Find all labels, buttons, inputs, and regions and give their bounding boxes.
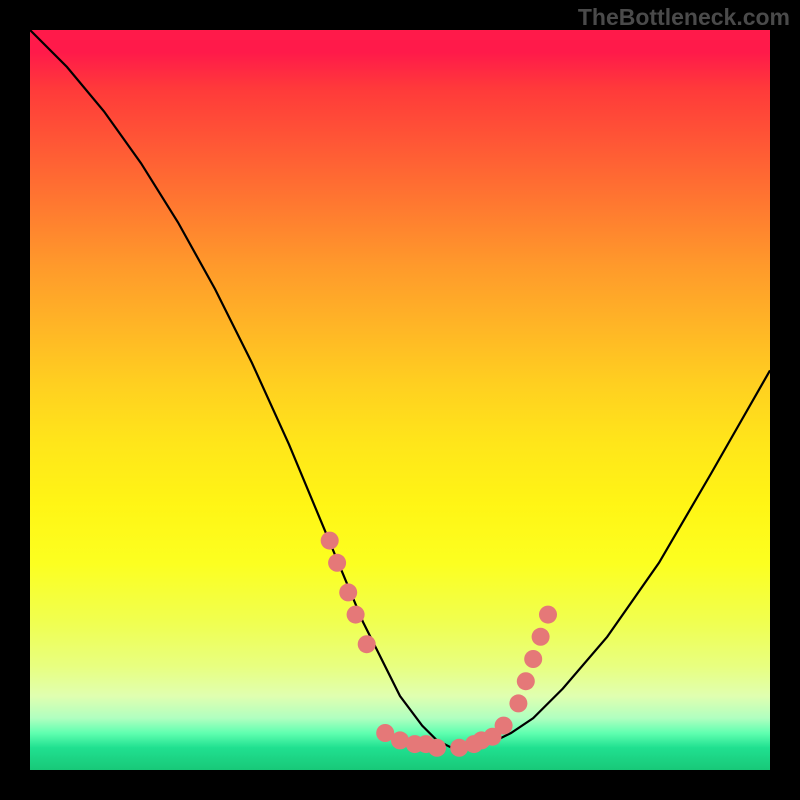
- chart-svg: [30, 30, 770, 770]
- data-markers: [321, 532, 557, 757]
- watermark-text: TheBottleneck.com: [578, 4, 790, 31]
- data-marker: [517, 672, 535, 690]
- chart-plot-area: [30, 30, 770, 770]
- data-marker: [321, 532, 339, 550]
- bottleneck-curve: [30, 30, 770, 748]
- data-marker: [532, 628, 550, 646]
- data-marker: [347, 606, 365, 624]
- data-marker: [339, 583, 357, 601]
- data-marker: [524, 650, 542, 668]
- data-marker: [495, 717, 513, 735]
- data-marker: [328, 554, 346, 572]
- data-marker: [509, 694, 527, 712]
- data-marker: [428, 739, 446, 757]
- data-marker: [539, 606, 557, 624]
- data-marker: [358, 635, 376, 653]
